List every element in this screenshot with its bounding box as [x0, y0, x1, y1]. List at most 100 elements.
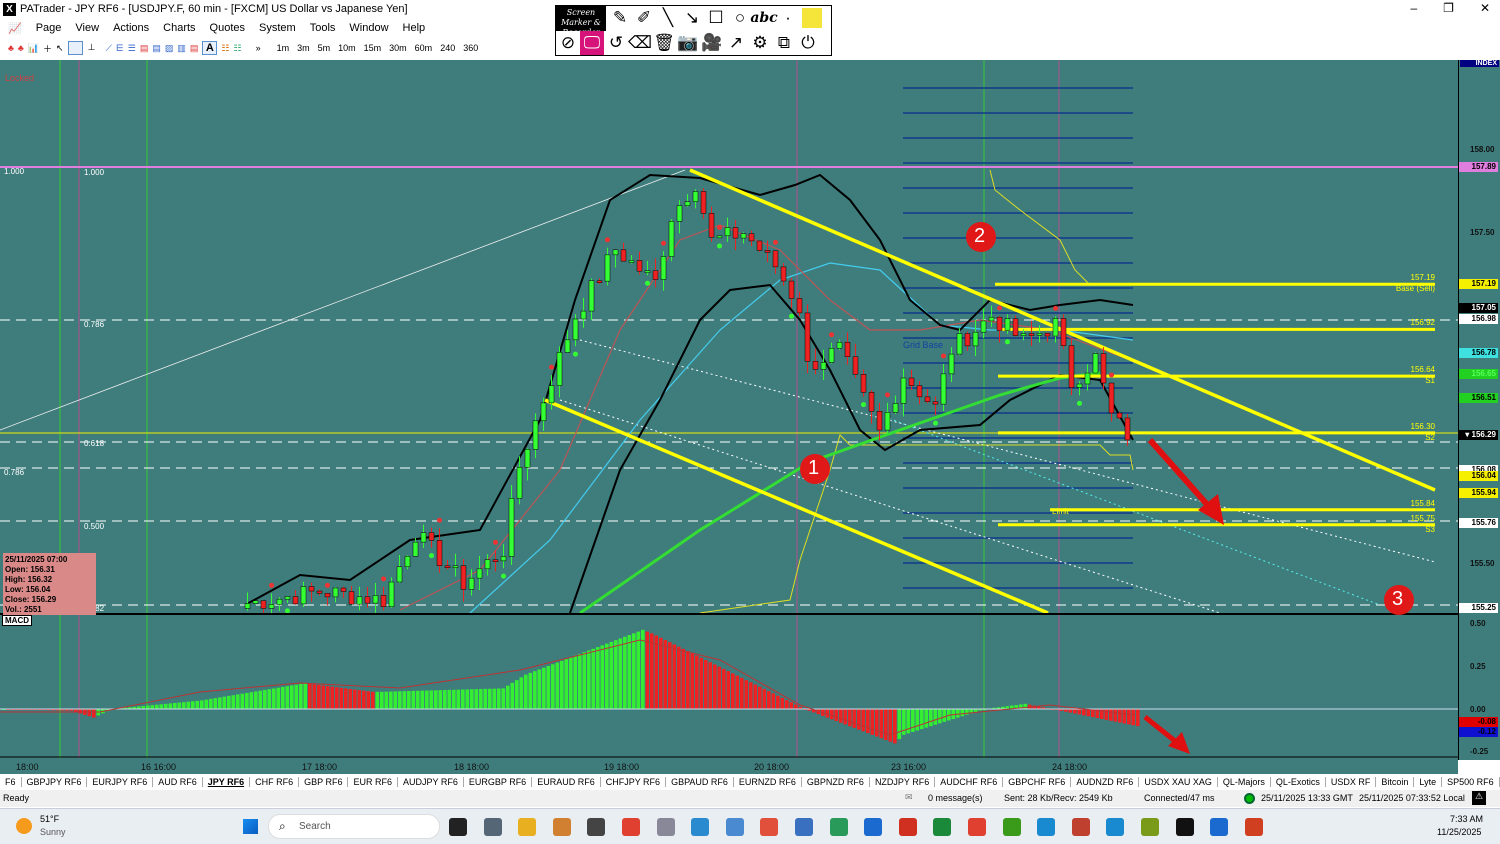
taskbar-app-icon[interactable] [1141, 818, 1159, 836]
macd-bar [951, 709, 956, 720]
taskbar-app-icon[interactable] [1244, 818, 1263, 836]
chart-tab[interactable]: USDX RF [1326, 777, 1377, 787]
chart-tab[interactable]: NZDJPY RF6 [870, 777, 936, 787]
taskbar-app-icon[interactable] [518, 818, 537, 836]
chart-tab[interactable]: QL-Majors [1218, 777, 1271, 787]
taskbar-app-icon[interactable] [587, 818, 606, 836]
taskbar-app-icon[interactable] [1210, 818, 1229, 836]
weather-sun-icon[interactable] [16, 818, 32, 834]
macd-bar [839, 709, 843, 723]
taskbar-app-icon[interactable] [449, 818, 467, 836]
marker-1-label: 1 [808, 457, 820, 479]
chart-tab[interactable]: EURNZD RF6 [734, 777, 802, 787]
chart-tab[interactable]: F6 [0, 777, 22, 787]
ohlc-close: Close: 156.29 [5, 595, 57, 604]
chart-tab[interactable]: EURGBP RF6 [464, 777, 533, 787]
macd-bar [321, 685, 326, 709]
macd-bar [420, 690, 425, 709]
price-box: 157.05 [1459, 302, 1498, 313]
macd-bar [726, 671, 731, 709]
candles [244, 188, 1131, 614]
chart-tab[interactable]: Lyte [1414, 777, 1443, 787]
macd-bar [731, 673, 735, 709]
status-bar: Ready ✉ 0 message(s) Sent: 28 Kb/Recv: 2… [0, 790, 1500, 807]
taskbar-app-icon[interactable] [1106, 818, 1125, 836]
signal-dot [885, 392, 890, 398]
macd-bar [236, 694, 240, 709]
taskbar-app-icon[interactable] [622, 818, 640, 836]
price-tick: 157.50 [1470, 228, 1495, 237]
price-box: 156.51 [1459, 392, 1498, 403]
search-icon: ⌕ [279, 819, 286, 833]
chart-tab[interactable]: AUDNZD RF6 [1071, 777, 1140, 787]
taskbar-app-icon[interactable] [760, 818, 779, 836]
macd-bar [938, 709, 942, 724]
macd-bar [150, 705, 155, 709]
chart-tab[interactable]: Bitcoin [1376, 777, 1415, 787]
macd-bar [776, 695, 780, 709]
macd-bar [843, 709, 848, 725]
chart-tab[interactable]: CHFJPY RF6 [601, 777, 667, 787]
chart-tab[interactable]: GBPNZD RF6 [802, 777, 870, 787]
taskbar-app-icon[interactable] [829, 818, 848, 836]
candle-body [492, 559, 499, 562]
chart-tab[interactable]: USDX XAU XAG [1139, 777, 1218, 787]
candle-body [324, 593, 331, 598]
candle-body [292, 596, 299, 605]
chart-tab[interactable]: AUDCHF RF6 [935, 777, 1004, 787]
chart-tab[interactable]: AUD RF6 [153, 777, 203, 787]
taskbar-app-icon[interactable] [1002, 818, 1021, 836]
taskbar-app-icon[interactable] [795, 818, 813, 836]
macd-bar [240, 693, 245, 709]
macd-bar [915, 709, 920, 731]
macd-bar [501, 688, 506, 709]
macd-bar [1082, 709, 1086, 716]
taskbar-app-icon[interactable] [483, 818, 502, 836]
taskbar-app-icon[interactable] [1175, 818, 1194, 836]
macd-bar [533, 671, 537, 709]
time-label: 18:00 [16, 762, 39, 772]
taskbar-app-icon[interactable] [898, 818, 917, 836]
mail-icon[interactable]: ✉ [905, 792, 913, 803]
taskbar-app-icon[interactable] [1037, 818, 1056, 836]
taskbar-app-icon[interactable] [968, 818, 986, 836]
candle-body [660, 256, 667, 280]
chart-tab[interactable]: AUDJPY RF6 [398, 777, 464, 787]
macd-bar [227, 695, 231, 709]
chart-tab[interactable]: GBPCHF RF6 [1003, 777, 1072, 787]
macd-bar [879, 709, 884, 739]
macd-bar [155, 704, 159, 709]
chart-tab[interactable]: QL-Exotics [1271, 777, 1326, 787]
macd-value-box: -0.08 [1459, 717, 1498, 727]
time-axis[interactable] [0, 758, 1458, 774]
candle-body [692, 191, 699, 202]
macd-bar [456, 689, 461, 709]
chart-tab[interactable]: GBP RF6 [299, 777, 349, 787]
taskbar-app-icon[interactable] [1071, 818, 1090, 836]
macd-bar [195, 700, 200, 709]
chart-tab[interactable]: CHF RF6 [250, 777, 300, 787]
chart-tab[interactable]: JPY RF6 [203, 777, 251, 787]
chart-tab[interactable]: EURJPY RF6 [87, 777, 154, 787]
macd-bar [960, 709, 965, 717]
taskbar-app-icon[interactable] [933, 818, 952, 836]
windows-start-icon[interactable] [241, 817, 260, 836]
search-box[interactable]: ⌕ Search [268, 814, 440, 839]
chart-tab[interactable]: EURAUD RF6 [532, 777, 601, 787]
chart-tab[interactable]: GBPAUD RF6 [666, 777, 734, 787]
locked-label: Locked [5, 73, 35, 83]
taskbar-app-icon[interactable] [656, 818, 675, 836]
taskbar-app-icon[interactable] [864, 818, 883, 836]
taskbar-app-icon[interactable] [725, 818, 744, 836]
macd-bar [753, 684, 758, 709]
time-label: 24 18:00 [1052, 762, 1088, 772]
warning-icon[interactable]: ⚠ [1472, 791, 1486, 805]
status-traffic: Sent: 28 Kb/Recv: 2549 Kb [1004, 793, 1113, 803]
chart-tab[interactable]: GBPJPY RF6 [22, 777, 88, 787]
taskbar-app-icon[interactable] [552, 818, 571, 836]
candle-body [420, 532, 427, 543]
chart-tab[interactable]: EUR RF6 [348, 777, 398, 787]
macd-bar [542, 667, 546, 709]
taskbar-app-icon[interactable] [691, 818, 710, 836]
chart-tab[interactable]: SP500 RF6 [1442, 777, 1500, 787]
